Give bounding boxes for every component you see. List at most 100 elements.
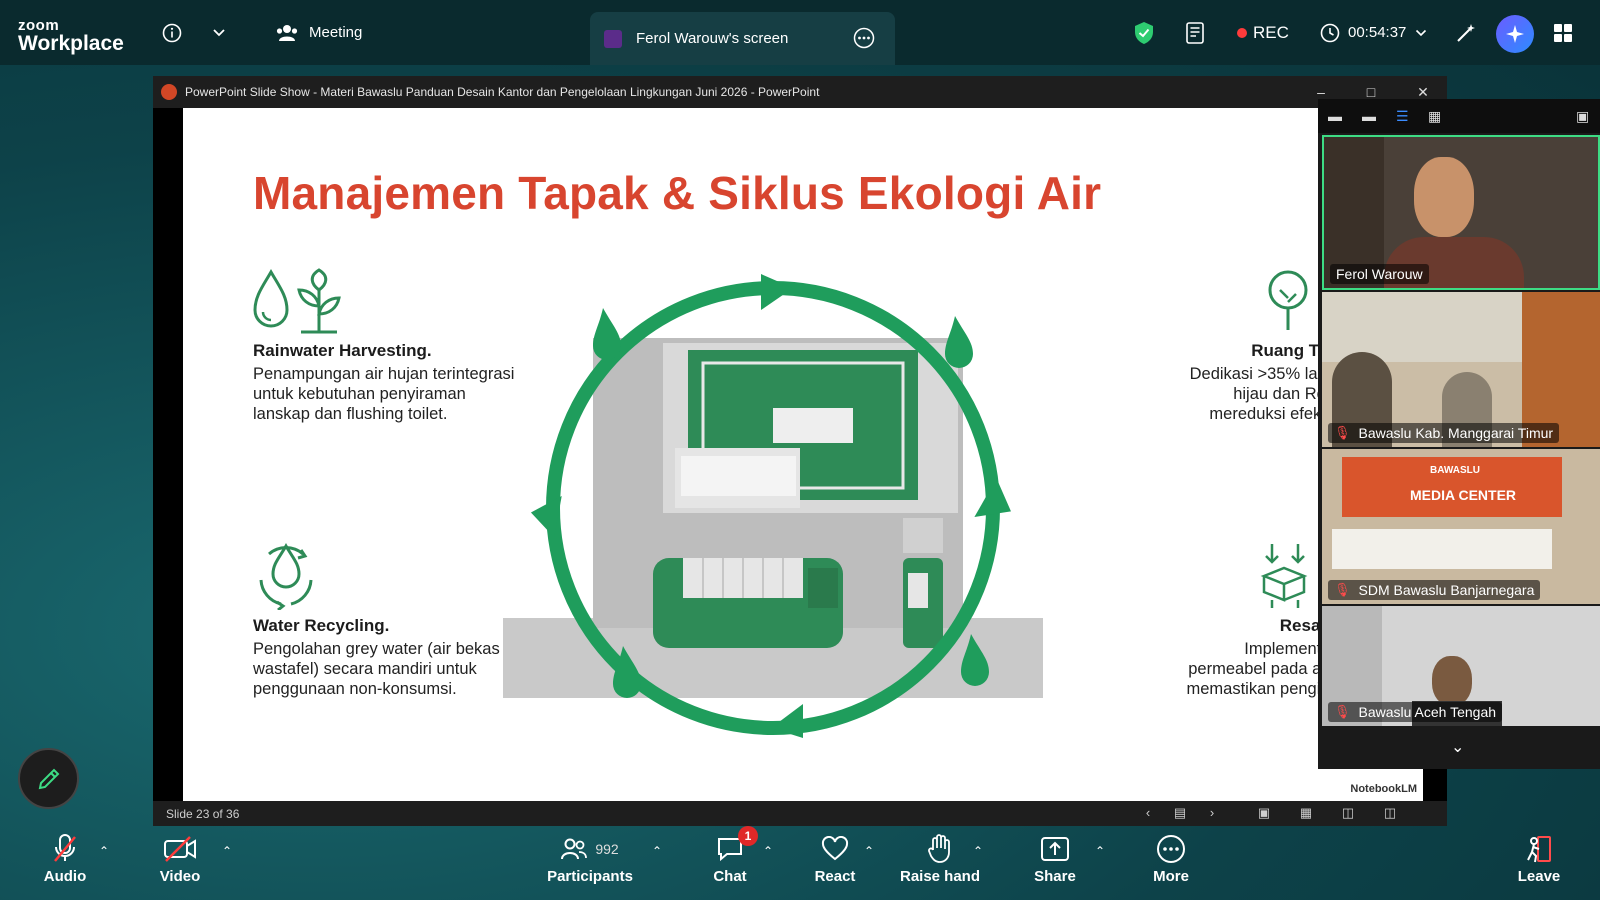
ai-companion-button[interactable] (1496, 15, 1534, 53)
ppt-window-title: PowerPoint Slide Show - Materi Bawaslu P… (185, 85, 820, 99)
powerpoint-window: PowerPoint Slide Show - Materi Bawaslu P… (153, 76, 1447, 826)
raise-hand-icon (928, 834, 950, 863)
site-plan-cycle-diagram (503, 274, 1043, 738)
participants-label: Participants (547, 868, 633, 885)
slide-title: Manajemen Tapak & Siklus Ekologi Air (253, 167, 1102, 219)
chevron-down-icon (1416, 29, 1427, 36)
chat-options-caret-icon[interactable]: ⌃ (763, 844, 773, 858)
rec-label: REC (1253, 22, 1289, 42)
share-color-square (604, 29, 622, 48)
logo-workplace-text: Workplace (18, 32, 124, 55)
meeting-button[interactable]: Meeting (275, 0, 362, 65)
sparkle-icon (1506, 25, 1524, 43)
previous-slide-icon[interactable]: ‹ (1139, 805, 1157, 821)
timer-text: 00:54:37 (1348, 24, 1407, 41)
notes-icon[interactable] (1185, 0, 1207, 65)
security-shield-icon[interactable] (1133, 0, 1155, 65)
slide-notes-icon[interactable]: ▤ (1171, 805, 1189, 821)
speaker-view-icon[interactable]: ▬ (1362, 108, 1376, 124)
audio-label: Audio (43, 868, 87, 885)
mic-muted-icon (52, 830, 78, 868)
media-center-banner: BAWASLU MEDIA CENTER (1342, 457, 1562, 517)
share-button[interactable]: Share (1033, 830, 1077, 900)
magic-wand-icon[interactable] (1455, 0, 1477, 65)
video-tile-ferol[interactable]: Ferol Warouw (1322, 135, 1600, 290)
share-screen-icon (1041, 837, 1069, 861)
feature-heading-recycling: Water Recycling. (253, 616, 390, 635)
raise-hand-options-caret-icon[interactable]: ⌃ (973, 844, 983, 858)
share-options-caret-icon[interactable]: ⌃ (1095, 844, 1105, 858)
participants-count: 992 (595, 841, 619, 857)
participant-name-tag: 🎙 Bawaslu Kab. Manggarai Timur (1328, 423, 1560, 443)
bottom-toolbar: Audio ⌃ Video ⌃ 992 Participants ⌃ 1 Cha… (0, 826, 1600, 900)
share-label: Share (1034, 868, 1076, 885)
grid-view-icon[interactable]: ▦ (1428, 108, 1441, 124)
more-options-icon[interactable] (853, 27, 875, 49)
video-tile-aceh[interactable]: 🎙 Bawaslu Aceh Tengah (1322, 606, 1600, 726)
strip-view-icon[interactable]: ☰ (1396, 108, 1409, 124)
participants-options-caret-icon[interactable]: ⌃ (652, 844, 662, 858)
recycle-droplet-icon (259, 543, 313, 610)
chat-label: Chat (713, 868, 747, 885)
clock-icon (1320, 23, 1340, 42)
ppt-title-bar: PowerPoint Slide Show - Materi Bawaslu P… (153, 76, 1447, 108)
chat-button[interactable]: 1 Chat (710, 826, 758, 900)
raise-hand-label: Raise hand (899, 868, 981, 885)
minimize-panel-icon[interactable]: ▬ (1328, 108, 1342, 124)
camera-off-icon (163, 830, 197, 868)
more-label: More (1153, 868, 1189, 885)
participants-icon (561, 838, 588, 860)
video-button[interactable]: Video (155, 830, 205, 900)
info-icon[interactable] (162, 0, 182, 65)
scroll-down-chevron-icon[interactable]: ⌄ (1451, 737, 1464, 757)
slide-sorter-icon[interactable]: ▦ (1297, 805, 1315, 821)
screen-share-tab[interactable]: Ferol Warouw's screen (590, 12, 895, 65)
apps-grid-icon[interactable] (1554, 0, 1572, 65)
video-tile-manggarai[interactable]: 🎙 Bawaslu Kab. Manggarai Timur (1322, 292, 1600, 447)
more-button[interactable]: More (1149, 830, 1193, 900)
mic-muted-icon: 🎙 (1334, 704, 1351, 719)
mic-muted-icon: 🎙 (1334, 582, 1351, 597)
reading-view-icon[interactable]: ◫ (1339, 805, 1357, 821)
video-label: Video (159, 868, 201, 885)
audio-button[interactable]: Audio (40, 830, 90, 900)
slide-canvas: Manajemen Tapak & Siklus Ekologi Air Rai… (183, 108, 1423, 801)
video-options-caret-icon[interactable]: ⌃ (222, 844, 232, 858)
feature-body-recycling: Pengolahan grey water (air bekas wastafe… (253, 640, 500, 698)
react-label: React (814, 868, 856, 885)
slide-counter: Slide 23 of 36 (166, 806, 240, 821)
feature-heading-rainwater: Rainwater Harvesting. (253, 341, 432, 360)
video-gallery-panel: ▬ ▬ ☰ ▦ ▣ Ferol Warouw 🎙 Bawaslu Kab. Ma… (1318, 99, 1600, 769)
feature-body-rainwater: Penampungan air hujan terintegrasi untuk… (253, 365, 515, 423)
presenter-view-icon[interactable]: ◫ (1381, 805, 1399, 821)
participant-face (1414, 157, 1474, 237)
audio-options-caret-icon[interactable]: ⌃ (99, 844, 109, 858)
leave-button[interactable]: Leave (1517, 830, 1561, 900)
mic-muted-icon: 🎙 (1334, 425, 1351, 440)
participant-name-tag: Ferol Warouw (1330, 264, 1429, 284)
pop-out-icon[interactable]: ▣ (1576, 108, 1589, 124)
react-button[interactable]: React (813, 830, 857, 900)
gallery-view-bar: ▬ ▬ ☰ ▦ ▣ (1318, 99, 1600, 133)
powerpoint-icon (161, 84, 177, 100)
record-dot-icon (1237, 27, 1247, 38)
top-bar: zoom Workplace Meeting Ferol Warouw's sc… (0, 0, 1600, 65)
ppt-status-bar: Slide 23 of 36 (153, 801, 1447, 826)
next-slide-icon[interactable]: › (1203, 805, 1221, 821)
raise-hand-button[interactable]: Raise hand (900, 830, 980, 900)
recording-indicator[interactable]: REC (1237, 0, 1289, 65)
heart-icon (821, 836, 849, 861)
participants-button[interactable]: 992 Participants (547, 830, 633, 900)
normal-view-icon[interactable]: ▣ (1255, 805, 1273, 821)
more-icon (1157, 835, 1185, 863)
video-tile-banjarnegara[interactable]: BAWASLU MEDIA CENTER 🎙 SDM Bawaslu Banja… (1322, 449, 1600, 604)
people-icon (276, 24, 298, 41)
participant-name-tag: 🎙 Bawaslu Aceh Tengah (1328, 702, 1503, 722)
participant-name-tag: 🎙 SDM Bawaslu Banjarnegara (1328, 580, 1541, 600)
droplet-plant-icon (253, 268, 341, 334)
meeting-timer[interactable]: 00:54:37 (1320, 0, 1427, 65)
annotate-pencil-button[interactable] (18, 748, 79, 809)
chevron-down-icon[interactable] (212, 0, 226, 65)
logo-zoom-text: zoom (18, 17, 60, 34)
react-options-caret-icon[interactable]: ⌃ (864, 844, 874, 858)
